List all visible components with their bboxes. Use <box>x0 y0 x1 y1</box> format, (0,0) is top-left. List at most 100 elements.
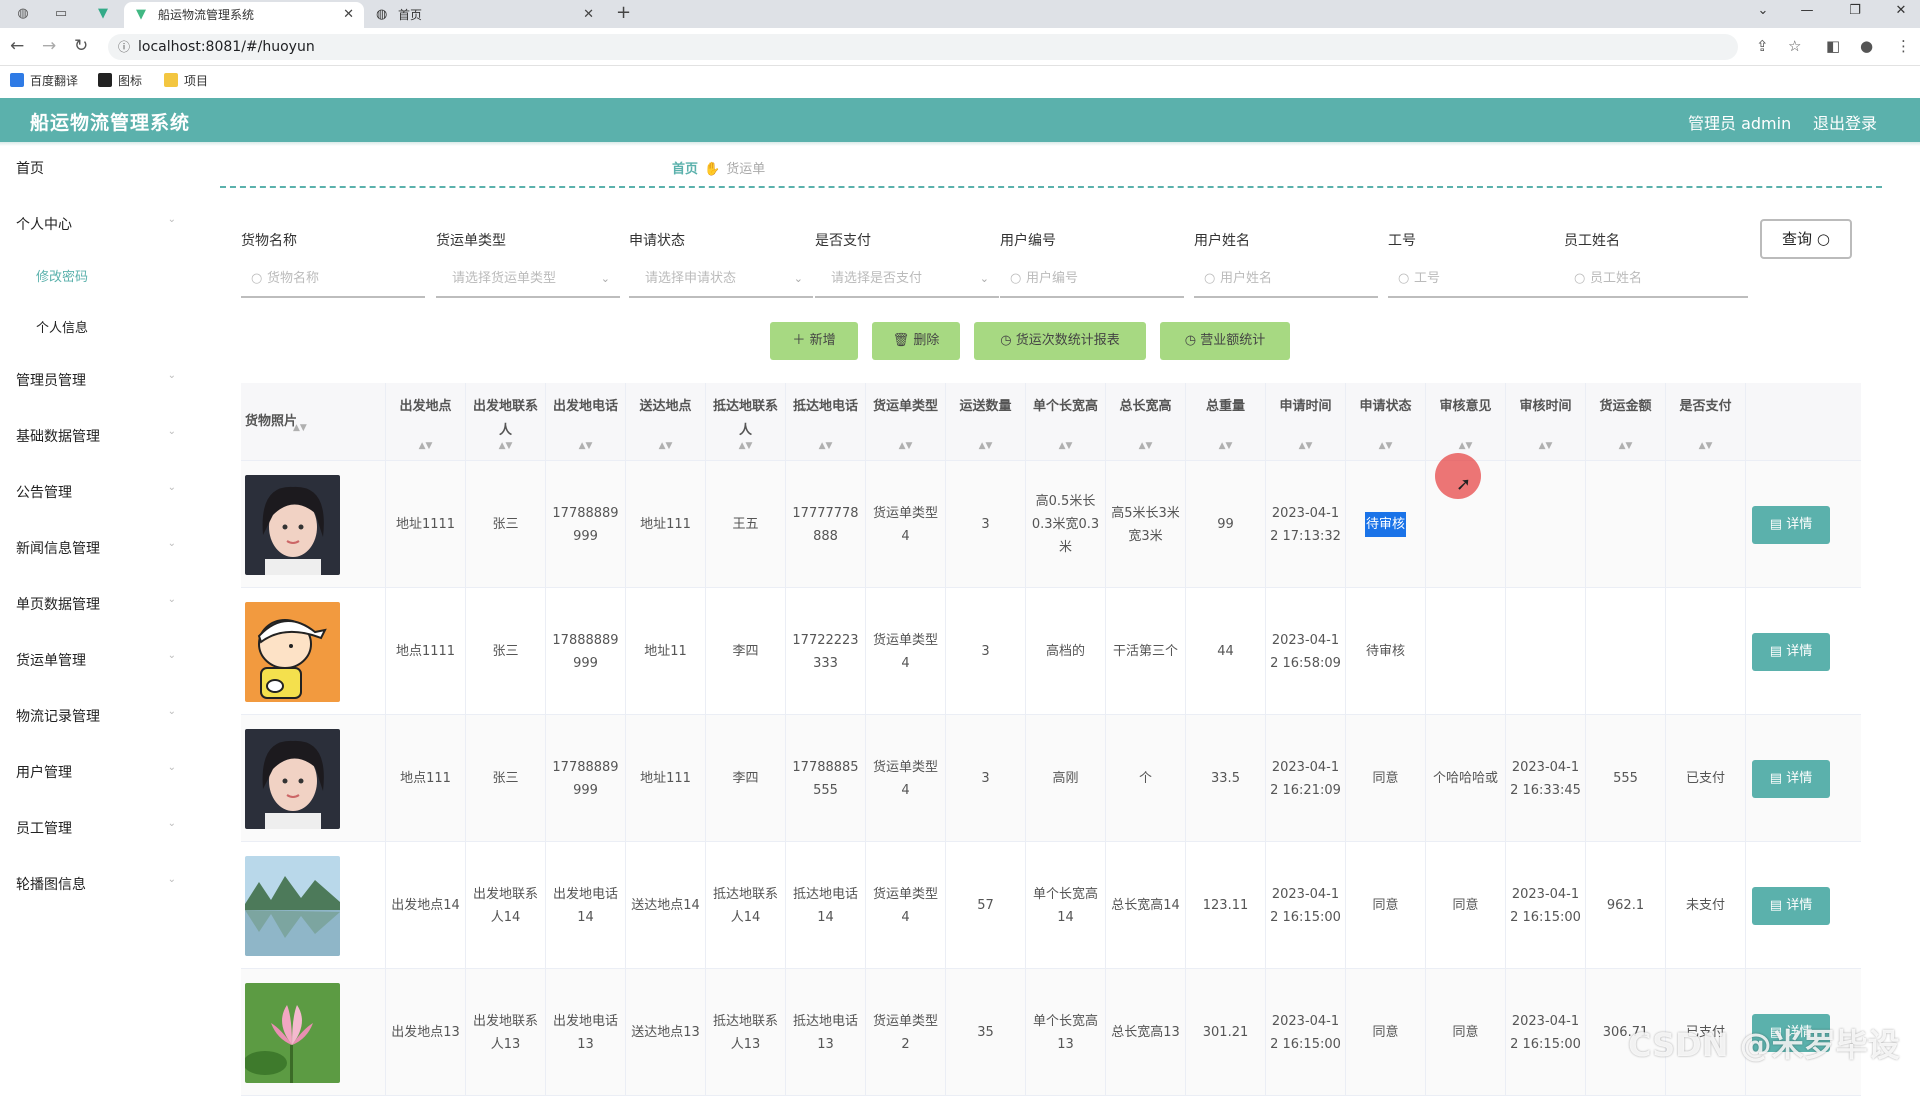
filter-input[interactable]: ○ 工号 <box>1388 264 1572 298</box>
sort-icon[interactable]: ▲▼ <box>706 441 785 451</box>
forward-icon[interactable]: → <box>42 36 56 56</box>
sort-icon[interactable]: ▲▼ <box>626 441 705 451</box>
column-header[interactable]: 货运金额 ▲▼ <box>1586 383 1666 461</box>
column-header[interactable]: 申请时间 ▲▼ <box>1266 383 1346 461</box>
sidebar-item-news[interactable]: 新闻信息管理 ⌄ <box>16 538 176 558</box>
close-icon[interactable]: ✕ <box>583 2 594 28</box>
back-icon[interactable]: ← <box>10 36 24 56</box>
sort-icon[interactable]: ▲▼ <box>1666 441 1745 451</box>
column-header[interactable]: 申请状态 ▲▼ <box>1346 383 1426 461</box>
filter-input[interactable]: ○ 用户姓名 <box>1194 264 1378 298</box>
sidebar-item-personal[interactable]: 个人中心 ⌄ <box>16 214 176 234</box>
cell-type: 货运单类型4 <box>866 842 946 969</box>
new-tab-icon[interactable]: + <box>616 2 631 23</box>
cell-text: 301.21 <box>1202 1025 1249 1040</box>
logout-button[interactable]: 退出登录 <box>1813 110 1877 134</box>
column-header[interactable]: 是否支付 ▲▼ <box>1666 383 1746 461</box>
url-field[interactable]: ⓘ localhost:8081/#/huoyun <box>108 34 1738 60</box>
sort-icon[interactable]: ▲▼ <box>546 441 625 451</box>
sidebar-item-freight[interactable]: 货运单管理 ⌄ <box>16 650 176 670</box>
tab-globe-icon[interactable]: ◍ <box>12 4 34 24</box>
add-button[interactable]: ＋ 新增 <box>770 322 858 360</box>
table-row[interactable]: 出发地点13 出发地联系人13 出发地电话13 送达地点13 抵达地联系人13 抵达地电话… <box>241 969 1861 1096</box>
reload-icon[interactable]: ↻ <box>74 36 88 56</box>
sort-icon[interactable]: ▲▼ <box>946 441 1025 451</box>
column-header[interactable]: 货物照片 ▲▼ <box>241 383 386 461</box>
sidebar-subitem-info[interactable]: 个人信息 <box>36 317 88 336</box>
tab-home[interactable]: ◍ 首页 ✕ <box>364 2 604 28</box>
column-header[interactable]: 总重量 ▲▼ <box>1186 383 1266 461</box>
minimize-icon[interactable]: — <box>1792 3 1822 18</box>
bookmark-translate[interactable]: 百度翻译 <box>10 72 78 90</box>
column-header[interactable]: 出发地电话 ▲▼ <box>546 383 626 461</box>
star-icon[interactable]: ☆ <box>1788 37 1801 55</box>
sidebar-item-home[interactable]: 首页 <box>16 158 176 178</box>
sidebar-item-staff[interactable]: 员工管理 ⌄ <box>16 818 176 838</box>
filter-input[interactable]: ○ 货物名称 <box>241 264 425 298</box>
revenue-stats-button[interactable]: ◷ 营业额统计 <box>1160 322 1290 360</box>
sort-icon[interactable]: ▲▼ <box>1426 441 1505 451</box>
column-header[interactable]: 抵达地电话 ▲▼ <box>786 383 866 461</box>
share-icon[interactable]: ⇪ <box>1756 37 1769 55</box>
table-row[interactable]: 地点111 张三 17788889999 地址111 李四 17788885555 货运单类… <box>241 715 1861 842</box>
delete-button[interactable]: 🗑 删除 <box>872 322 960 360</box>
detail-button[interactable]: ▤ 详情 <box>1752 505 1830 544</box>
tab-blank-icon[interactable]: ▭ <box>50 4 72 24</box>
sort-icon[interactable]: ▲▼ <box>1346 441 1425 451</box>
column-header[interactable]: 货运单类型 ▲▼ <box>866 383 946 461</box>
detail-button[interactable]: ▤ 详情 <box>1752 759 1830 798</box>
breadcrumb-home[interactable]: 首页 <box>672 162 698 177</box>
sort-icon[interactable]: ▲▼ <box>1506 441 1585 451</box>
query-button[interactable]: 查询 ○ <box>1760 219 1852 259</box>
tab-active[interactable]: ▼ 船运物流管理系统 ✕ <box>124 2 364 28</box>
close-icon[interactable]: ✕ <box>343 2 354 28</box>
bookmark-icons[interactable]: 图标 <box>98 72 142 90</box>
column-header[interactable]: 送达地点 ▲▼ <box>626 383 706 461</box>
sort-icon[interactable]: ▲▼ <box>1586 441 1665 451</box>
column-header[interactable]: 出发地点 ▲▼ <box>386 383 466 461</box>
column-header[interactable]: 审核时间 ▲▼ <box>1506 383 1586 461</box>
sort-icon[interactable]: ▲▼ <box>1026 441 1105 451</box>
sidepanel-icon[interactable]: ◧ <box>1826 37 1840 55</box>
table-row[interactable]: 出发地点14 出发地联系人14 出发地电话14 送达地点14 抵达地联系人14 抵达地电话… <box>241 842 1861 969</box>
filter-select[interactable]: 请选择申请状态 ⌄ <box>629 264 813 298</box>
column-header[interactable]: 抵达地联系人 ▲▼ <box>706 383 786 461</box>
tab-vue-icon[interactable]: ▼ <box>92 4 114 24</box>
detail-button[interactable]: ▤ 详情 <box>1752 886 1830 925</box>
profile-icon[interactable]: ● <box>1860 37 1873 55</box>
filter-input[interactable]: ○ 用户编号 <box>1000 264 1184 298</box>
filter-select[interactable]: 请选择是否支付 ⌄ <box>815 264 999 298</box>
sort-icon[interactable]: ▲▼ <box>1266 441 1345 451</box>
sort-icon[interactable]: ▲▼ <box>1186 441 1265 451</box>
bookmark-project[interactable]: 项目 <box>164 72 208 90</box>
table-row[interactable]: 地点1111 张三 17888889999 地址11 李四 17722223333 货运单类… <box>241 588 1861 715</box>
sort-icon[interactable]: ▲▼ <box>1106 441 1185 451</box>
sort-icon[interactable]: ▲▼ <box>866 441 945 451</box>
sidebar-item-single-page[interactable]: 单页数据管理 ⌄ <box>16 594 176 614</box>
menu-icon[interactable]: ⋮ <box>1896 37 1911 55</box>
column-header[interactable]: 运送数量 ▲▼ <box>946 383 1026 461</box>
sidebar-item-notice[interactable]: 公告管理 ⌄ <box>16 482 176 502</box>
column-header[interactable]: 总长宽高 ▲▼ <box>1106 383 1186 461</box>
sidebar-subitem-password[interactable]: 修改密码 <box>36 266 88 285</box>
sidebar-item-logistics[interactable]: 物流记录管理 ⌄ <box>16 706 176 726</box>
count-report-button[interactable]: ◷ 货运次数统计报表 <box>974 322 1146 360</box>
sidebar-item-admin[interactable]: 管理员管理 ⌄ <box>16 370 176 390</box>
sort-icon[interactable]: ▲▼ <box>466 441 545 451</box>
sidebar-item-basic-data[interactable]: 基础数据管理 ⌄ <box>16 426 176 446</box>
column-header[interactable]: 审核意见 ▲▼ <box>1426 383 1506 461</box>
window-close-icon[interactable]: ✕ <box>1886 3 1916 18</box>
chevron-down-icon[interactable]: ⌄ <box>1748 3 1778 18</box>
column-header[interactable]: 单个长宽高 ▲▼ <box>1026 383 1106 461</box>
filter-select[interactable]: 请选择货运单类型 ⌄ <box>436 264 620 298</box>
sidebar-item-carousel[interactable]: 轮播图信息 ⌄ <box>16 874 176 894</box>
column-header[interactable]: 出发地联系人 ▲▼ <box>466 383 546 461</box>
restore-icon[interactable]: ❐ <box>1840 3 1870 18</box>
detail-button[interactable]: ▤ 详情 <box>1752 632 1830 671</box>
sort-icon[interactable]: ▲▼ <box>293 423 307 433</box>
sort-icon[interactable]: ▲▼ <box>386 441 465 451</box>
filter-input[interactable]: ○ 员工姓名 <box>1564 264 1748 298</box>
sidebar-item-users[interactable]: 用户管理 ⌄ <box>16 762 176 782</box>
table-row[interactable]: 地址1111 张三 17788889999 地址111 王五 17777778888 货运单… <box>241 461 1861 588</box>
sort-icon[interactable]: ▲▼ <box>786 441 865 451</box>
